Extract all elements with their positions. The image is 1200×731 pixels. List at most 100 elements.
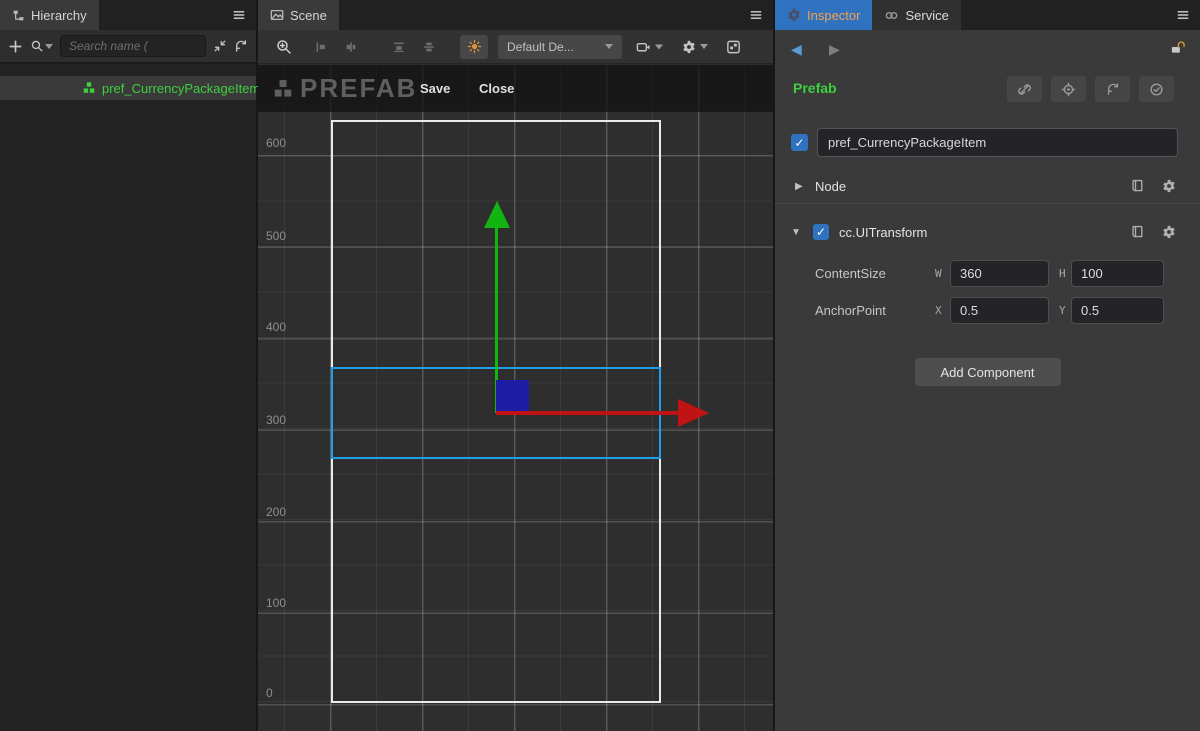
node-anchor-handle[interactable] bbox=[496, 380, 529, 413]
chevron-down-icon bbox=[605, 44, 613, 49]
content-size-label: ContentSize bbox=[815, 266, 886, 281]
node-name-row: ✓ bbox=[775, 128, 1200, 157]
zoom-tool-button[interactable] bbox=[276, 39, 292, 55]
history-back-button[interactable]: ◀ bbox=[791, 41, 802, 58]
locate-asset-button[interactable] bbox=[1051, 76, 1086, 102]
lock-icon[interactable] bbox=[1169, 40, 1186, 55]
chevron-down-icon bbox=[45, 44, 53, 49]
y-key-label: Y bbox=[1059, 304, 1066, 317]
prefab-cubes-icon bbox=[82, 81, 96, 95]
node-name-input[interactable] bbox=[817, 128, 1178, 157]
chevron-right-icon[interactable]: ▶ bbox=[795, 181, 803, 192]
anchor-point-y-input[interactable] bbox=[1071, 297, 1164, 324]
docs-icon[interactable] bbox=[1130, 225, 1144, 239]
prefab-edit-bar: PREFAB Save Close bbox=[258, 65, 773, 112]
scene-viewport[interactable]: 600 500 400 300 200 100 0 PREFAB Save Cl… bbox=[258, 65, 773, 731]
node-section-header[interactable]: ▶ Node bbox=[775, 170, 1200, 204]
ruler-label: 0 bbox=[266, 686, 273, 700]
create-node-button[interactable] bbox=[8, 39, 23, 54]
gizmo-x-axis-arrowhead[interactable] bbox=[678, 399, 709, 427]
tab-inspector[interactable]: Inspector bbox=[775, 0, 872, 30]
refresh-icon bbox=[1106, 82, 1120, 96]
anchor-point-label: AnchorPoint bbox=[815, 303, 886, 318]
hamburger-icon bbox=[749, 8, 763, 22]
align-left-button[interactable] bbox=[314, 40, 328, 54]
docs-icon[interactable] bbox=[1130, 179, 1144, 193]
content-size-height-input[interactable] bbox=[1071, 260, 1164, 287]
height-key-label: H bbox=[1059, 267, 1066, 280]
refresh-button[interactable] bbox=[234, 39, 248, 53]
inspector-menu-button[interactable] bbox=[1166, 0, 1200, 30]
chevron-down-icon bbox=[655, 44, 663, 49]
camera-icon bbox=[636, 39, 651, 54]
search-input[interactable] bbox=[60, 35, 206, 57]
tab-hierarchy[interactable]: Hierarchy bbox=[0, 0, 99, 30]
align-top-button[interactable] bbox=[392, 40, 406, 54]
render-mode-dropdown[interactable]: Default De... bbox=[498, 35, 622, 59]
gear-icon[interactable] bbox=[1162, 225, 1176, 239]
hierarchy-tree: pref_CurrencyPackageItem bbox=[0, 66, 256, 731]
content-size-width-input[interactable] bbox=[950, 260, 1049, 287]
inspector-tabbar: Inspector Service bbox=[775, 0, 1200, 30]
hierarchy-icon bbox=[12, 9, 25, 22]
search-icon bbox=[30, 39, 44, 53]
prefab-asset-row: Prefab bbox=[775, 76, 1200, 102]
tree-item-label: pref_CurrencyPackageItem bbox=[102, 81, 260, 96]
lighting-toggle-button[interactable] bbox=[460, 35, 488, 59]
check-circle-icon bbox=[1149, 82, 1164, 97]
ruler-label: 100 bbox=[266, 596, 286, 610]
grid-icon bbox=[726, 39, 741, 54]
chevron-down-icon[interactable]: ▼ bbox=[791, 227, 801, 238]
tab-hierarchy-label: Hierarchy bbox=[31, 8, 87, 23]
scene-panel: Scene Default De... bbox=[258, 0, 775, 731]
uitransform-section-label: cc.UITransform bbox=[839, 225, 927, 240]
camera-settings-dropdown[interactable] bbox=[636, 39, 663, 54]
prefab-close-button[interactable]: Close bbox=[479, 81, 514, 96]
hierarchy-toolbar bbox=[0, 30, 256, 64]
render-mode-value: Default De... bbox=[507, 40, 574, 54]
gizmo-y-axis-arrowhead[interactable] bbox=[484, 201, 510, 228]
target-icon bbox=[1061, 82, 1076, 97]
tab-service[interactable]: Service bbox=[872, 0, 960, 30]
gizmo-x-axis[interactable] bbox=[496, 411, 680, 415]
layout-toggle-button[interactable] bbox=[726, 39, 741, 54]
scene-toolbar: Default De... bbox=[258, 30, 773, 64]
node-active-checkbox[interactable]: ✓ bbox=[791, 134, 808, 151]
ruler-label: 300 bbox=[266, 413, 286, 427]
content-size-row: ContentSize W H bbox=[775, 260, 1200, 287]
align-right-button[interactable] bbox=[344, 40, 358, 54]
ruler-label: 200 bbox=[266, 505, 286, 519]
tree-item-prefab-root[interactable]: pref_CurrencyPackageItem bbox=[0, 76, 256, 100]
prefab-save-button[interactable]: Save bbox=[420, 81, 450, 96]
hamburger-icon bbox=[232, 8, 246, 22]
hamburger-icon bbox=[1176, 8, 1190, 22]
ruler-label: 400 bbox=[266, 320, 286, 334]
tab-scene[interactable]: Scene bbox=[258, 0, 339, 30]
scene-tabbar: Scene bbox=[258, 0, 773, 30]
apply-prefab-button[interactable] bbox=[1139, 76, 1174, 102]
uitransform-section-header[interactable]: ▼ ✓ cc.UITransform bbox=[775, 216, 1200, 250]
gear-icon[interactable] bbox=[1162, 179, 1176, 193]
hierarchy-menu-button[interactable] bbox=[222, 0, 256, 30]
uitransform-enabled-checkbox[interactable]: ✓ bbox=[813, 224, 829, 240]
collapse-all-button[interactable] bbox=[213, 39, 227, 53]
prefab-cubes-icon bbox=[272, 78, 294, 100]
tab-service-label: Service bbox=[905, 8, 948, 23]
scene-settings-dropdown[interactable] bbox=[682, 40, 708, 54]
inspector-body: ◀ ▶ Prefab bbox=[775, 30, 1200, 731]
unlink-icon bbox=[1017, 82, 1032, 97]
scene-menu-button[interactable] bbox=[739, 0, 773, 30]
inspector-panel: Inspector Service ◀ ▶ Prefab bbox=[775, 0, 1200, 731]
anchor-point-x-input[interactable] bbox=[950, 297, 1049, 324]
history-forward-button[interactable]: ▶ bbox=[829, 41, 840, 58]
revert-prefab-button[interactable] bbox=[1095, 76, 1130, 102]
chevron-down-icon bbox=[700, 44, 708, 49]
inspector-nav: ◀ ▶ bbox=[775, 38, 1200, 62]
unlink-prefab-button[interactable] bbox=[1007, 76, 1042, 102]
align-center-button[interactable] bbox=[422, 40, 436, 54]
search-filter-dropdown[interactable] bbox=[30, 39, 53, 53]
add-component-button[interactable]: Add Component bbox=[915, 358, 1061, 386]
node-section-label: Node bbox=[815, 179, 846, 194]
prefab-action-buttons bbox=[1007, 76, 1174, 102]
anchor-point-row: AnchorPoint X Y bbox=[775, 297, 1200, 324]
